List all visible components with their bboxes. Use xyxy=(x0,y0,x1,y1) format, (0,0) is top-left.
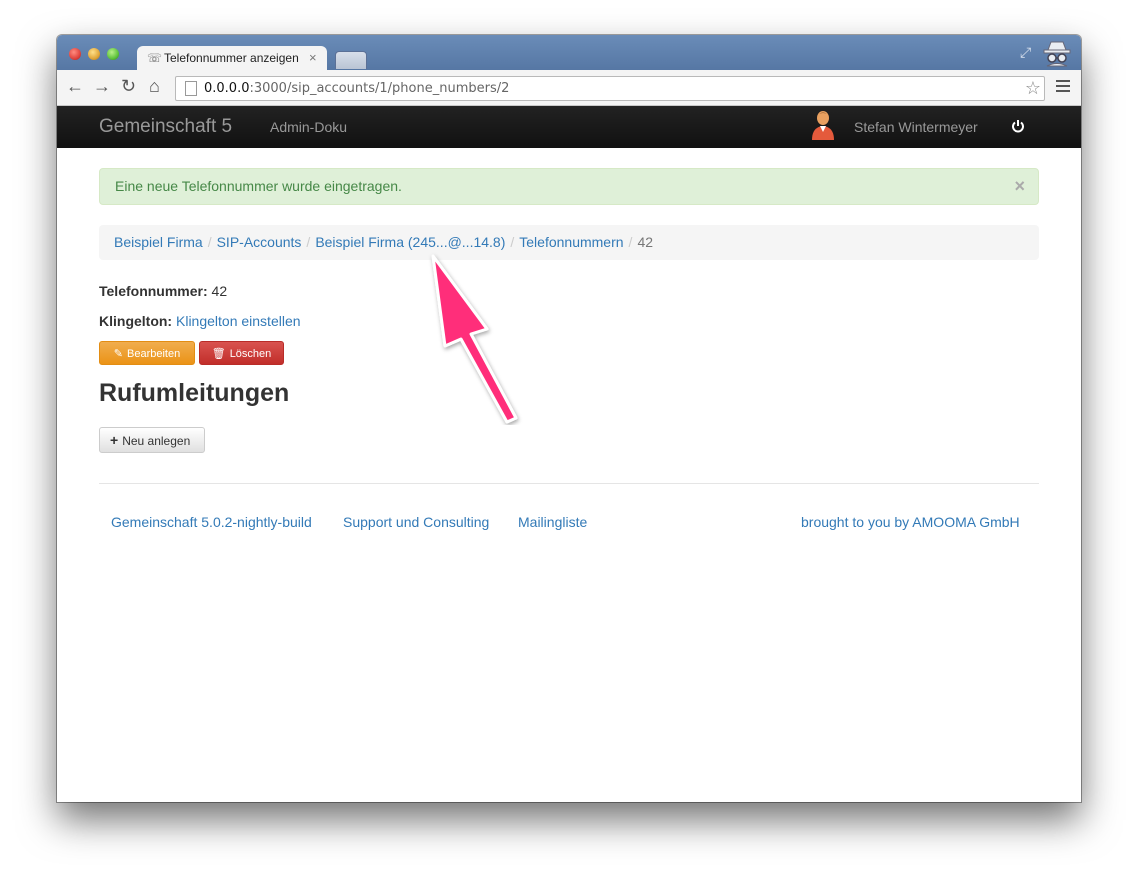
trash-icon: 🗑 xyxy=(211,348,226,360)
back-icon[interactable]: ← xyxy=(66,76,84,96)
forward-icon[interactable]: → xyxy=(93,76,111,96)
phone-icon: ☏ xyxy=(147,51,163,65)
success-alert: Eine neue Telefonnummer wurde eingetrage… xyxy=(99,168,1039,205)
edit-button-label: Bearbeiten xyxy=(127,348,181,360)
browser-window: ☏ Telefonnummer anzeigen × ⤢ ← → ↻ ⌂ 0.0… xyxy=(57,35,1081,802)
nav-admin-doku[interactable]: Admin-Doku xyxy=(270,119,347,135)
alert-message: Eine neue Telefonnummer wurde eingetrage… xyxy=(115,178,402,194)
new-button-label: Neu anlegen xyxy=(122,434,191,448)
phone-number-field: Telefonnummer: 42 xyxy=(99,283,227,299)
breadcrumb-item[interactable]: Telefonnummern xyxy=(519,234,623,250)
tab-close-icon[interactable]: × xyxy=(309,46,317,70)
fullscreen-icon[interactable]: ⤢ xyxy=(1020,44,1031,61)
brand-link[interactable]: Gemeinschaft 5 xyxy=(99,116,232,138)
plus-icon: + xyxy=(110,432,119,448)
reload-icon[interactable]: ↻ xyxy=(121,76,136,96)
url-text: 0.0.0.0:3000/sip_accounts/1/phone_number… xyxy=(204,81,510,96)
zoom-window-button[interactable] xyxy=(107,48,119,60)
avatar-icon[interactable] xyxy=(811,110,835,140)
phone-number-value: 42 xyxy=(211,283,228,299)
user-name[interactable]: Stefan Wintermeyer xyxy=(854,119,978,135)
breadcrumb-separator: / xyxy=(306,234,311,250)
ringtone-link[interactable]: Klingelton einstellen xyxy=(176,313,301,329)
browser-tab[interactable]: ☏ Telefonnummer anzeigen × xyxy=(137,46,327,70)
title-bar: ☏ Telefonnummer anzeigen × ⤢ xyxy=(57,35,1081,70)
menu-icon[interactable] xyxy=(1056,80,1070,94)
power-icon[interactable] xyxy=(1011,118,1025,134)
breadcrumb: Beispiel Firma / SIP-Accounts / Beispiel Fir… xyxy=(99,225,1039,260)
new-forwarding-button[interactable]: + Neu anlegen xyxy=(99,427,205,453)
close-window-button[interactable] xyxy=(69,48,81,60)
star-icon[interactable]: ☆ xyxy=(1025,77,1041,100)
breadcrumb-separator: / xyxy=(207,234,212,250)
address-bar[interactable]: 0.0.0.0:3000/sip_accounts/1/phone_number… xyxy=(175,76,1045,101)
new-tab-button[interactable] xyxy=(335,51,367,69)
incognito-icon xyxy=(1043,41,1071,67)
breadcrumb-separator: / xyxy=(510,234,515,250)
footer-divider xyxy=(99,483,1039,484)
app-navbar: Gemeinschaft 5 Admin-Doku Stefan Winterm… xyxy=(57,106,1081,148)
phone-number-label: Telefonnummer: xyxy=(99,283,208,299)
tab-title: Telefonnummer anzeigen xyxy=(164,51,299,65)
browser-toolbar: ← → ↻ ⌂ 0.0.0.0:3000/sip_accounts/1/phon… xyxy=(57,70,1081,106)
footer-mailinglist-link[interactable]: Mailingliste xyxy=(518,514,587,530)
breadcrumb-separator: / xyxy=(628,234,633,250)
breadcrumb-item[interactable]: Beispiel Firma (245...@...14.8) xyxy=(315,234,505,250)
ringtone-label: Klingelton: xyxy=(99,313,173,329)
breadcrumb-active: 42 xyxy=(637,234,654,250)
page-icon xyxy=(185,81,197,96)
alert-close-icon[interactable]: × xyxy=(1014,169,1025,204)
breadcrumb-item[interactable]: SIP-Accounts xyxy=(217,234,302,250)
annotation-arrow xyxy=(431,254,518,424)
section-heading: Rufumleitungen xyxy=(99,379,290,407)
footer-credit-link[interactable]: brought to you by AMOOMA GmbH xyxy=(801,514,1020,530)
home-icon[interactable]: ⌂ xyxy=(149,76,160,96)
edit-icon: ✎ xyxy=(113,348,123,360)
minimize-window-button[interactable] xyxy=(88,48,100,60)
delete-button-label: Löschen xyxy=(229,348,272,360)
footer-version-link[interactable]: Gemeinschaft 5.0.2-nightly-build xyxy=(111,514,312,530)
breadcrumb-item[interactable]: Beispiel Firma xyxy=(114,234,203,250)
edit-button[interactable]: ✎ Bearbeiten xyxy=(99,341,195,365)
ringtone-field: Klingelton: Klingelton einstellen xyxy=(99,313,301,329)
delete-button[interactable]: 🗑 Löschen xyxy=(199,341,284,365)
footer-support-link[interactable]: Support und Consulting xyxy=(343,514,489,530)
